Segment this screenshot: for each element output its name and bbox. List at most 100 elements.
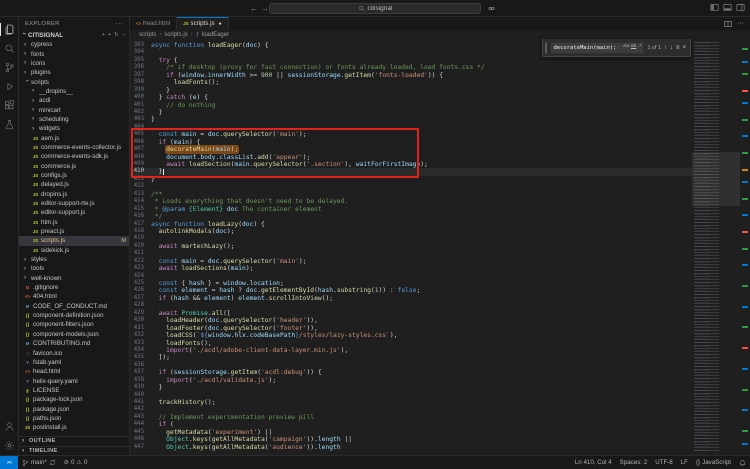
remote-indicator[interactable]: ><	[0, 456, 18, 469]
tree-folder-__dropins__[interactable]: ›__dropins__	[19, 87, 129, 96]
code-line-429[interactable]: 429 await Promise.all([	[130, 310, 692, 317]
breadcrumb-item-symbol[interactable]: loadEager	[202, 32, 229, 38]
code-line-431[interactable]: 431 loadFooter(doc.querySelector('footer…	[130, 325, 692, 332]
overview-ruler[interactable]	[740, 40, 750, 455]
code-line-406[interactable]: 406 if (main) {	[130, 139, 692, 146]
tree-folder-cypress[interactable]: ›cypress	[19, 40, 129, 49]
tree-file-LICENSE[interactable]: §LICENSE	[19, 386, 129, 395]
code-line-418[interactable]: 418 autolinkModals(doc);	[130, 228, 692, 235]
tree-folder-fonts[interactable]: ›fonts	[19, 49, 129, 58]
breadcrumb-item-scripts[interactable]: scripts	[139, 32, 156, 38]
code-line-419[interactable]: 419	[130, 235, 692, 242]
timeline-section[interactable]: › TIMELINE	[19, 446, 129, 456]
tree-folder-scheduling[interactable]: ›scheduling	[19, 115, 129, 124]
tree-file-scripts.js[interactable]: JSscripts.jsM	[19, 236, 129, 245]
tree-file-head.html[interactable]: <>head.html	[19, 367, 129, 376]
tree-folder-icons[interactable]: ›icons	[19, 59, 129, 68]
code-line-443[interactable]: 443 // Implement experimentation preview…	[130, 414, 692, 421]
code-line-423[interactable]: 423 await loadSections(main);	[130, 265, 692, 272]
tree-file-commerce.js[interactable]: JScommerce.js	[19, 161, 129, 170]
code-line-402[interactable]: 402 }	[130, 109, 692, 116]
activity-item-run-and-debug[interactable]	[0, 77, 19, 96]
code-line-422[interactable]: 422 const main = doc.querySelector('main…	[130, 258, 692, 265]
code-line-426[interactable]: 426 const element = hash ? doc.getElemen…	[130, 287, 692, 294]
project-root-row[interactable]: › CITISIGNAL + + ↻ −	[19, 30, 129, 40]
tree-file-helix-query.yaml[interactable]: Yhelix-query.yaml	[19, 376, 129, 385]
toggle-sidebar-icon[interactable]	[710, 3, 719, 12]
code-line-442[interactable]: 442	[130, 406, 692, 413]
tree-file-.gitignore[interactable]: G.gitignore	[19, 283, 129, 292]
code-line-440[interactable]: 440	[130, 392, 692, 399]
language-mode-button[interactable]: {} JavaScript	[692, 459, 735, 466]
code-line-447[interactable]: 447 Object.keys(getAllMetadata('audience…	[130, 444, 692, 451]
code-line-397[interactable]: 397 if (window.innerWidth >= 900 || sess…	[130, 72, 692, 79]
tree-folder-acdl[interactable]: ›acdl	[19, 96, 129, 105]
modified-dot-icon[interactable]: ●	[219, 21, 222, 27]
code-line-436[interactable]: 436	[130, 362, 692, 369]
copilot-icon[interactable]	[487, 4, 496, 13]
code-line-430[interactable]: 430 loadHeader(doc.querySelector('header…	[130, 317, 692, 324]
code-line-445[interactable]: 445 getMetadata('experiment') ||	[130, 429, 692, 436]
code-line-439[interactable]: 439 }	[130, 384, 692, 391]
find-in-selection-icon[interactable]: ≡	[676, 45, 680, 51]
match-case-icon[interactable]: Aa	[623, 45, 629, 50]
code-line-410[interactable]: 410 }	[130, 168, 692, 175]
code-line-444[interactable]: 444 if (	[130, 421, 692, 428]
tree-folder-plugins[interactable]: ›plugins	[19, 68, 129, 77]
code-line-399[interactable]: 399 }	[130, 87, 692, 94]
code-line-417[interactable]: 417async function loadLazy(doc) {	[130, 221, 692, 228]
tree-file-postinstall.js[interactable]: JSpostinstall.js	[19, 423, 129, 432]
settings-button[interactable]	[0, 436, 19, 455]
code-line-435[interactable]: 435 ]);	[130, 354, 692, 361]
code-line-420[interactable]: 420 await martechLazy();	[130, 243, 692, 250]
tree-folder-scripts[interactable]: ›scripts	[19, 77, 129, 86]
code-editor[interactable]: 393async function loadEager(doc) {394395…	[130, 40, 692, 455]
code-line-414[interactable]: 414 * Loads everything that doesn't need…	[130, 198, 692, 205]
command-center-search[interactable]: citisignal	[269, 3, 481, 14]
code-line-405[interactable]: 405 const main = doc.querySelector('main…	[130, 131, 692, 138]
tree-file-dropins.js[interactable]: JSdropins.js	[19, 190, 129, 199]
new-folder-icon[interactable]: +	[108, 32, 111, 38]
tree-file-configs.js[interactable]: JSconfigs.js	[19, 171, 129, 180]
code-line-425[interactable]: 425 const { hash } = window.location;	[130, 280, 692, 287]
find-toggle-grip[interactable]	[545, 42, 547, 54]
tree-file-component-filters.json[interactable]: {}component-filters.json	[19, 320, 129, 329]
tree-folder-styles[interactable]: ›styles	[19, 255, 129, 264]
code-line-415[interactable]: 415 * @param {Element} doc The container…	[130, 206, 692, 213]
regex-icon[interactable]: .*	[638, 45, 641, 50]
toggle-secondary-sidebar-icon[interactable]	[736, 3, 745, 12]
code-line-404[interactable]: 404	[130, 124, 692, 131]
minimap[interactable]	[692, 40, 740, 455]
tree-file-package-lock.json[interactable]: {}package-lock.json	[19, 395, 129, 404]
tree-file-fstab.yaml[interactable]: Yfstab.yaml	[19, 358, 129, 367]
tree-file-package.json[interactable]: {}package.json	[19, 404, 129, 413]
code-line-437[interactable]: 437 if (sessionStorage.getItem('acdl:deb…	[130, 369, 692, 376]
tree-file-editor-support-rte.js[interactable]: JSeditor-support-rte.js	[19, 199, 129, 208]
tree-file-component-models.json[interactable]: {}component-models.json	[19, 330, 129, 339]
find-next-icon[interactable]: ↓	[670, 45, 673, 51]
activity-item-explorer[interactable]	[0, 20, 19, 39]
code-line-412[interactable]: 412	[130, 183, 692, 190]
code-line-427[interactable]: 427 if (hash && element) element.scrollI…	[130, 295, 692, 302]
more-actions-icon[interactable]: ···	[116, 21, 123, 27]
code-line-424[interactable]: 424	[130, 273, 692, 280]
tree-file-CONTRIBUTING.md[interactable]: MCONTRIBUTING.md	[19, 339, 129, 348]
code-line-409[interactable]: 409 await loadSection(main.querySelector…	[130, 161, 692, 168]
tree-file-sidekick.js[interactable]: JSsidekick.js	[19, 246, 129, 255]
outline-section[interactable]: › OUTLINE	[19, 436, 129, 446]
notifications-button[interactable]	[735, 459, 750, 467]
code-line-413[interactable]: 413/**	[130, 191, 692, 198]
tree-folder-widgets[interactable]: ›widgets	[19, 124, 129, 133]
code-line-407[interactable]: 407 decorateMain(main);	[130, 146, 692, 153]
close-icon[interactable]: ×	[682, 45, 686, 51]
code-line-441[interactable]: 441 trackHistory();	[130, 399, 692, 406]
activity-item-source-control[interactable]	[0, 58, 19, 77]
cursor-position-button[interactable]: Ln 410, Col 4	[571, 459, 616, 466]
code-line-416[interactable]: 416 */	[130, 213, 692, 220]
code-line-432[interactable]: 432 loadCSS(`${window.hlx.codeBasePath}/…	[130, 332, 692, 339]
tree-file-aem.js[interactable]: JSaem.js	[19, 133, 129, 142]
code-line-403[interactable]: 403}	[130, 116, 692, 123]
tree-file-CODE_OF_CONDUCT.md[interactable]: MCODE_OF_CONDUCT.md	[19, 302, 129, 311]
problems-button[interactable]: ⊘ 0 ⚠ 0	[60, 456, 92, 469]
breadcrumb-item-file[interactable]: scripts.js	[164, 32, 187, 38]
